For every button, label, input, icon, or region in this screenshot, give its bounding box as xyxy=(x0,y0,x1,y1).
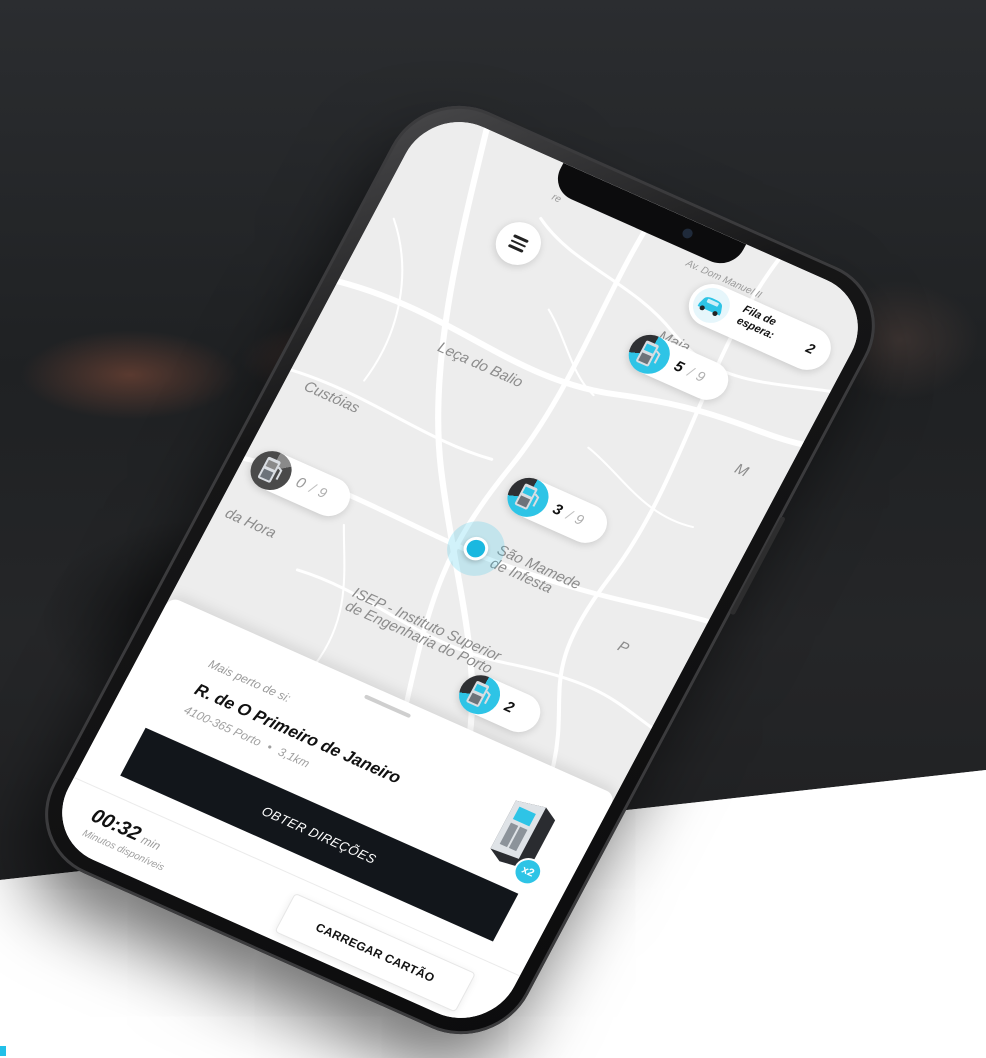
camera-icon xyxy=(680,226,695,240)
location-dot-icon xyxy=(459,533,493,565)
time-unit: min xyxy=(138,832,164,853)
queue-label: Fila de espera: xyxy=(734,303,779,342)
queue-count: 2 xyxy=(803,339,818,358)
accent-strip xyxy=(0,1046,6,1056)
